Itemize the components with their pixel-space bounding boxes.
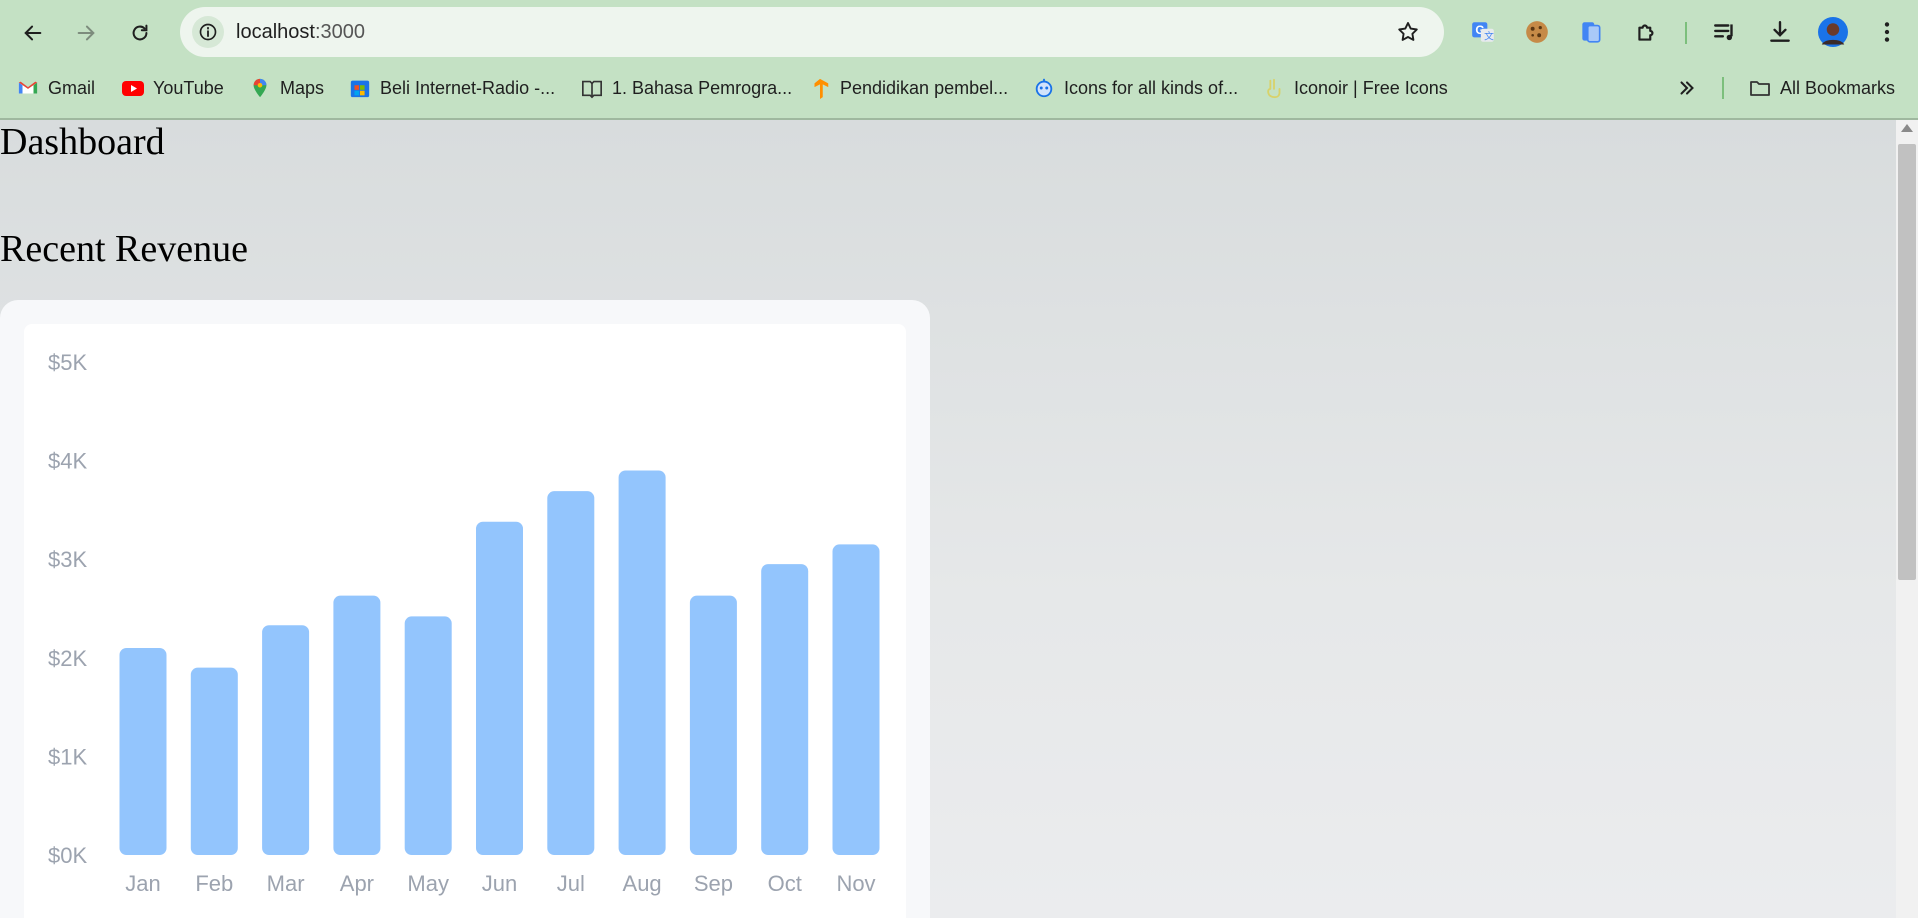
page-title: Dashboard [0,121,165,163]
x-tick-label: Jul [557,871,585,896]
scroll-up-arrow-icon[interactable] [1901,124,1913,132]
bot-icon [1032,76,1056,100]
bookmarks-separator [1722,77,1724,99]
bar-nov[interactable] [832,544,880,855]
bar-apr[interactable] [333,595,381,855]
reload-icon [132,24,148,41]
bookmarks-bar: Gmail YouTube Maps Beli Internet-Radio -… [0,70,1918,106]
page-content: Dashboard Recent Revenue $0K $1K $2K $3K $4K… [0,120,1896,918]
x-tick-label: Jun [482,871,517,896]
bookmark-youtube[interactable]: YouTube [121,75,224,101]
x-tick-label: Sep [694,871,733,896]
hand-peace-icon [1262,76,1286,100]
bar-aug[interactable] [618,470,666,855]
maps-icon [248,76,272,100]
x-tick-label: Aug [623,871,662,896]
address-bar[interactable]: localhost:3000 [180,7,1444,57]
bar-jan[interactable] [119,647,167,855]
x-tick-label: Oct [768,871,802,896]
x-tick-label: Mar [267,871,305,896]
x-tick-label: Jan [125,871,160,896]
cookie-extension-icon[interactable] [1522,17,1552,47]
bookmark-bahasa-pemrograman[interactable]: 1. Bahasa Pemrogra... [580,75,792,101]
y-tick-label: $5K [48,350,87,375]
bookmark-maps[interactable]: Maps [248,75,324,101]
revenue-bar-chart: $0K $1K $2K $3K $4K $5K Jan Feb Mar Apr May Jun Jul A… [48,350,880,896]
forward-button[interactable] [68,15,104,51]
url-text: localhost:3000 [236,21,365,43]
x-tick-label: May [407,871,449,896]
bar-sep[interactable] [689,595,737,855]
all-bookmarks-button[interactable]: All Bookmarks [1748,75,1895,101]
book-icon [580,76,604,100]
store-icon [348,76,372,100]
more-bookmarks-chevron-icon[interactable] [1676,75,1698,101]
bookmark-star-icon[interactable] [1396,20,1420,44]
gmail-icon [16,76,40,100]
x-tick-label: Feb [195,871,233,896]
bookmark-pendidikan[interactable]: Pendidikan pembel... [808,75,1008,101]
device-extension-icon[interactable] [1576,17,1606,47]
y-tick-label: $2K [48,646,87,671]
media-playlist-icon[interactable] [1710,17,1740,47]
y-tick-label: $1K [48,744,87,769]
menu-kebab-icon[interactable] [1872,17,1902,47]
bookmark-gmail[interactable]: Gmail [16,75,95,101]
bookmark-icons-for-all[interactable]: Icons for all kinds of... [1032,75,1238,101]
youtube-icon [121,76,145,100]
y-tick-label: $4K [48,449,87,474]
bar-mar[interactable] [262,625,310,855]
site-info-icon[interactable] [192,16,224,48]
reload-button[interactable] [122,15,158,51]
arrow-right-icon [77,25,95,41]
y-tick-label: $0K [48,843,87,868]
translate-extension-icon[interactable]: G文 [1468,17,1498,47]
bookmark-iconoir[interactable]: Iconoir | Free Icons [1262,75,1448,101]
x-tick-label: Apr [340,871,374,896]
toolbar-separator [1685,22,1687,44]
folder-icon [1748,76,1772,100]
section-title: Recent Revenue [0,228,248,270]
arrow-left-icon [24,25,42,41]
profile-avatar-icon[interactable] [1818,17,1848,47]
bar-oct[interactable] [761,564,809,855]
bar-jul[interactable] [547,491,595,855]
scrollbar-thumb[interactable] [1898,144,1916,580]
svg-text:文: 文 [1484,30,1494,43]
back-button[interactable] [15,15,51,51]
bar-may[interactable] [404,616,452,855]
x-tick-label: Nov [836,871,875,896]
bar-feb[interactable] [190,667,238,855]
bar-jun[interactable] [476,521,523,855]
y-tick-label: $3K [48,547,87,572]
extensions-puzzle-icon[interactable] [1632,17,1662,47]
download-icon[interactable] [1765,17,1795,47]
browser-chrome: localhost:3000 G文 Gmail YouTube Maps Bel… [0,0,1918,120]
tensorflow-icon [808,76,832,100]
bookmark-internet-radio[interactable]: Beli Internet-Radio -... [348,75,555,101]
